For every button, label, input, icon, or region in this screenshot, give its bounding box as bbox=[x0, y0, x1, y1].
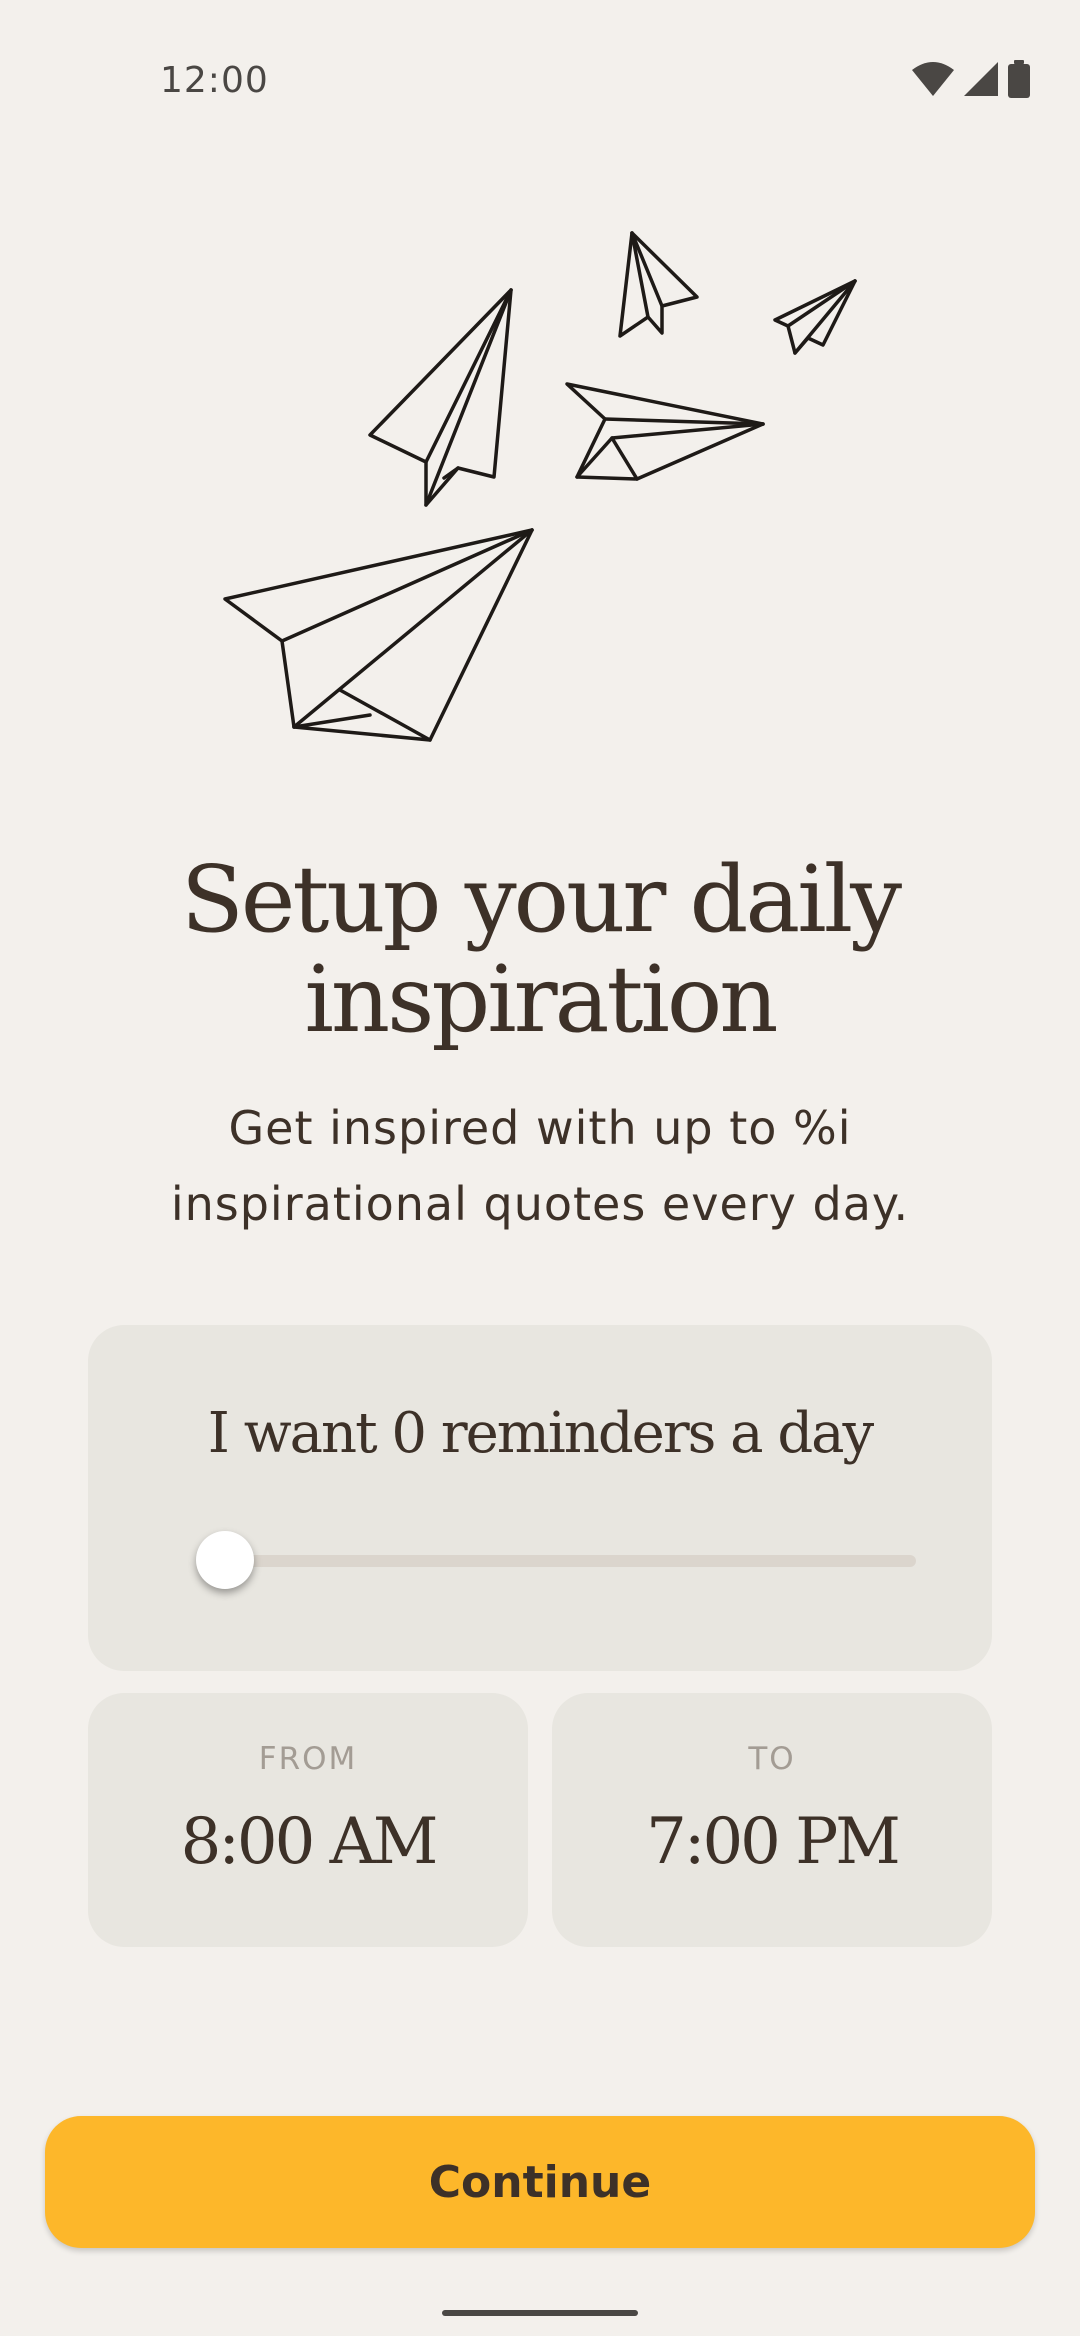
status-time: 12:00 bbox=[160, 60, 269, 101]
page-title-line-2: inspiration bbox=[304, 946, 778, 1053]
status-icons bbox=[912, 60, 1030, 98]
continue-button[interactable]: Continue bbox=[45, 2116, 1035, 2248]
reminder-slider[interactable] bbox=[196, 1531, 916, 1589]
from-time-value: 8:00 AM bbox=[180, 1805, 439, 1879]
paper-plane-small-right bbox=[773, 279, 857, 355]
page-title: Setup your daily inspiration bbox=[0, 850, 1080, 1050]
page-subtitle: Get inspired with up to %i inspirational… bbox=[140, 1090, 940, 1242]
paper-plane-large bbox=[223, 528, 534, 742]
status-bar: 12:00 bbox=[0, 0, 1080, 160]
to-time-label: TO bbox=[748, 1741, 796, 1777]
paper-plane-middle bbox=[565, 382, 765, 481]
reminder-slider-thumb[interactable] bbox=[196, 1531, 254, 1589]
to-time-card[interactable]: TO 7:00 PM bbox=[552, 1693, 992, 1947]
paper-plane-small-top bbox=[618, 231, 699, 338]
battery-icon bbox=[1008, 60, 1030, 98]
from-time-card[interactable]: FROM 8:00 AM bbox=[88, 1693, 528, 1947]
reminder-count-card: I want 0 reminders a day bbox=[88, 1325, 992, 1671]
wifi-icon bbox=[912, 62, 954, 96]
to-time-value: 7:00 PM bbox=[646, 1805, 901, 1879]
page-subtitle-line-2: inspirational quotes every day. bbox=[170, 1177, 910, 1231]
page-title-line-1: Setup your daily bbox=[180, 846, 902, 953]
reminder-count-label: I want 0 reminders a day bbox=[207, 1401, 874, 1466]
paper-planes-illustration bbox=[223, 231, 857, 742]
cellular-signal-icon bbox=[964, 62, 998, 96]
page-subtitle-line-1: Get inspired with up to %i bbox=[228, 1101, 852, 1155]
from-time-label: FROM bbox=[258, 1741, 358, 1777]
paper-plane-upper-left bbox=[368, 288, 513, 507]
home-indicator[interactable] bbox=[442, 2310, 638, 2316]
